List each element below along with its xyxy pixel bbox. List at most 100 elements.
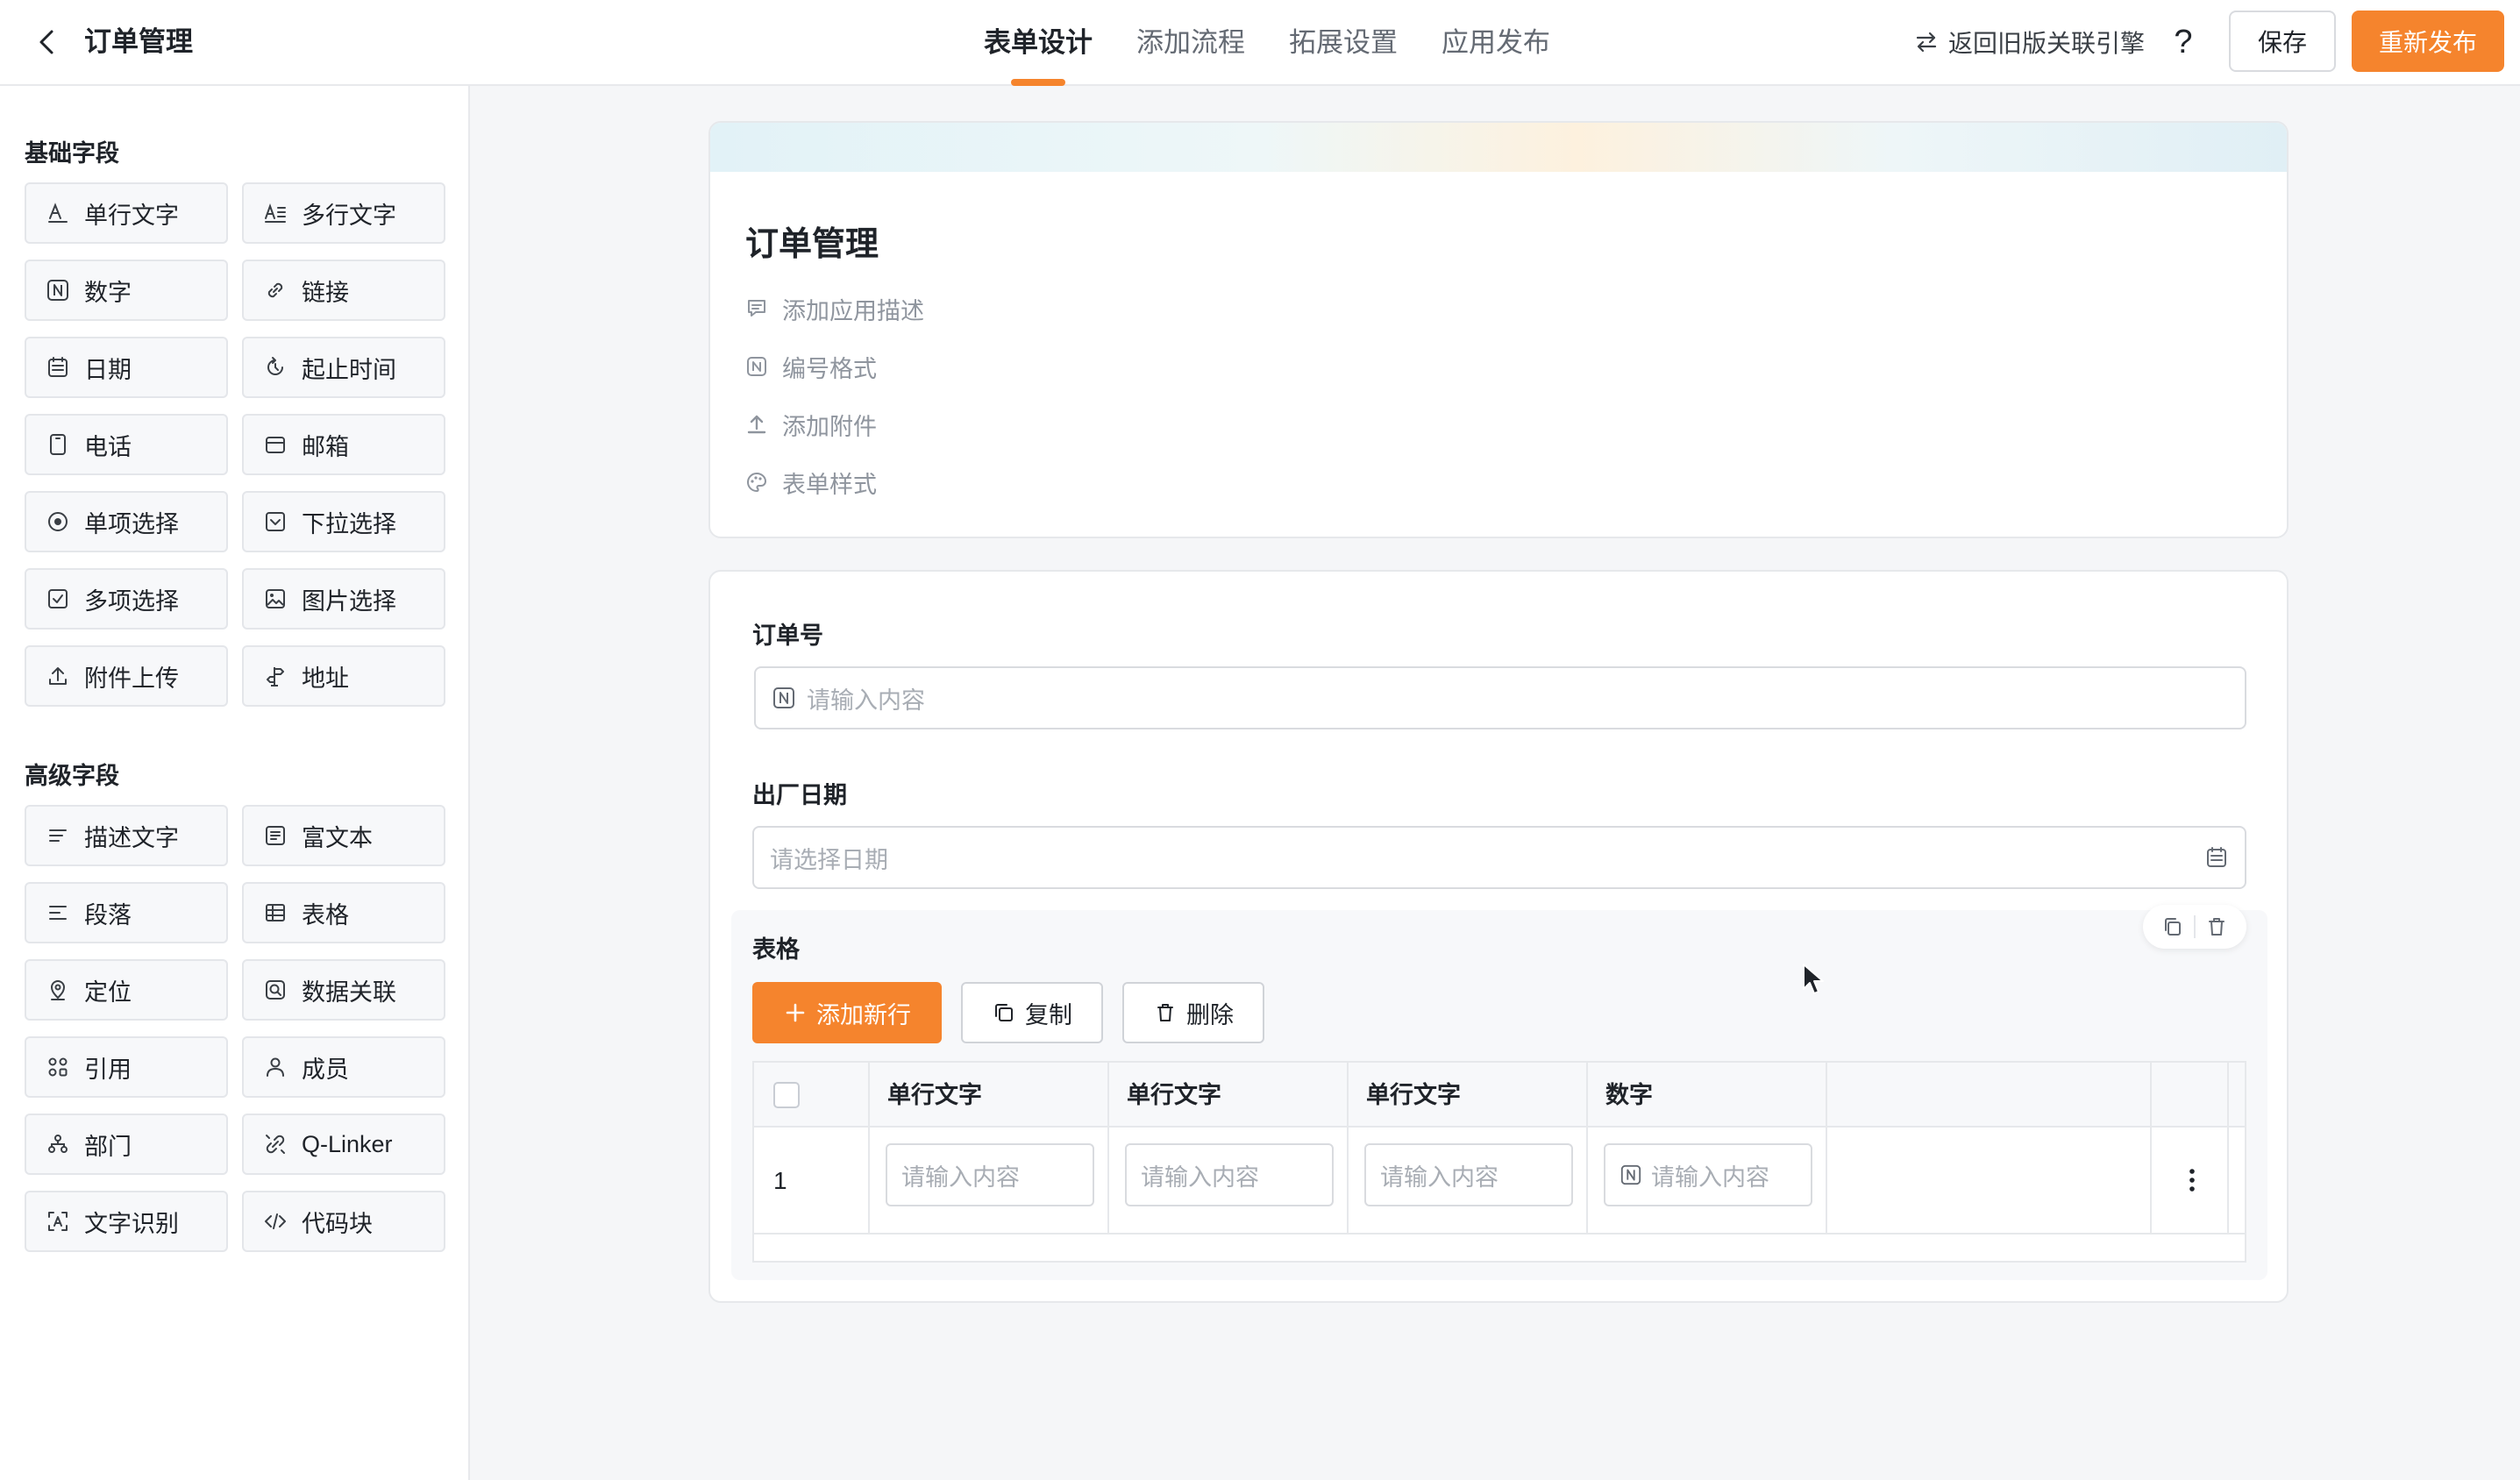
field-paragraph[interactable]: 段落	[25, 882, 228, 943]
rich-text-icon	[263, 823, 288, 848]
legacy-engine-link[interactable]: 返回旧版关联引擎	[1915, 25, 2145, 60]
table-field-label: 表格	[752, 936, 800, 963]
mouse-pointer-icon	[1803, 964, 1824, 994]
field-email[interactable]: 邮箱	[242, 414, 445, 475]
field-table[interactable]: 表格	[242, 882, 445, 943]
tab-label: 添加流程	[1136, 27, 1245, 58]
field-reference[interactable]: 引用	[25, 1036, 228, 1098]
palette-icon	[747, 472, 767, 493]
ship-date-label: 出厂日期	[752, 782, 847, 808]
order-no-label: 订单号	[752, 623, 823, 649]
back-arrow-icon[interactable]	[30, 25, 65, 60]
cell-placeholder: 请输入内容	[1380, 1163, 1498, 1191]
phone-icon	[46, 432, 70, 457]
trash-icon	[1157, 1004, 1173, 1021]
copy-rows-button[interactable]: 复制	[961, 982, 1103, 1043]
plus-icon	[786, 1003, 805, 1022]
delete-label: 删除	[1186, 1001, 1234, 1028]
ship-date-picker[interactable]: 请选择日期	[752, 826, 2246, 889]
add-app-description[interactable]: 添加应用描述	[745, 293, 924, 324]
department-icon	[46, 1132, 70, 1156]
field-data-association[interactable]: 数据关联	[242, 959, 445, 1021]
calendar-icon[interactable]	[2204, 845, 2229, 870]
field-member[interactable]: 成员	[242, 1036, 445, 1098]
order-no-placeholder: 请输入内容	[807, 687, 925, 714]
save-button[interactable]: 保存	[2229, 11, 2336, 72]
field-date[interactable]: 日期	[25, 337, 228, 398]
field-label: 表格	[302, 901, 349, 929]
form-header-card[interactable]: 订单管理 添加应用描述 编号格式 添加附件 表单样式	[708, 121, 2289, 538]
field-department[interactable]: 部门	[25, 1114, 228, 1175]
field-label: 文字识别	[84, 1210, 179, 1237]
field-label: 邮箱	[302, 433, 349, 460]
field-label: 多项选择	[84, 587, 179, 615]
field-label: 数字	[84, 279, 132, 306]
meta-label: 表单样式	[782, 471, 877, 498]
field-q-linker[interactable]: Q-Linker	[242, 1114, 445, 1175]
field-multi-choice[interactable]: 多项选择	[25, 568, 228, 630]
field-label: 数据关联	[302, 978, 396, 1006]
delete-rows-button[interactable]: 删除	[1122, 982, 1264, 1043]
signpost-icon	[263, 664, 288, 688]
field-dropdown[interactable]: 下拉选择	[242, 491, 445, 552]
delete-field-button[interactable]	[2196, 909, 2238, 944]
table-field-selected[interactable]: 表格 添加新行 复制 删除 单行文字 单行文字 单行文字 数字 1 请输入内容 …	[731, 905, 2267, 1280]
field-phone[interactable]: 电话	[25, 414, 228, 475]
app-title: 订单管理	[84, 26, 193, 57]
field-text-recognition[interactable]: 文字识别	[25, 1191, 228, 1252]
field-image-choice[interactable]: 图片选择	[242, 568, 445, 630]
cell-text-input[interactable]: 请输入内容	[1125, 1143, 1334, 1206]
tab-app-publish[interactable]: 应用发布	[1442, 0, 1550, 86]
main-tabs: 表单设计 添加流程 拓展设置 应用发布	[984, 0, 1550, 86]
code-icon	[263, 1209, 288, 1234]
field-palette: 基础字段 单行文字 多行文字 数字 链接 日期 起止时间 电话 邮箱 单项选择 …	[0, 86, 470, 1480]
field-link[interactable]: 链接	[242, 260, 445, 321]
field-location[interactable]: 定位	[25, 959, 228, 1021]
table-icon	[263, 900, 288, 925]
advanced-fields-grid: 描述文字 富文本 段落 表格 定位 数据关联 引用 成员 部门 Q-Linker…	[25, 805, 445, 1252]
select-all-checkbox[interactable]	[773, 1082, 800, 1108]
paragraph-icon	[46, 900, 70, 925]
republish-button[interactable]: 重新发布	[2352, 11, 2504, 72]
field-address[interactable]: 地址	[242, 645, 445, 707]
help-icon[interactable]: ?	[2166, 21, 2201, 63]
field-single-line-text[interactable]: 单行文字	[25, 182, 228, 244]
number-format[interactable]: 编号格式	[745, 351, 877, 382]
trash-icon	[2209, 918, 2225, 936]
field-number[interactable]: 数字	[25, 260, 228, 321]
legacy-link-label: 返回旧版关联引擎	[1948, 30, 2146, 57]
advanced-fields-title: 高级字段	[25, 763, 119, 789]
image-icon	[263, 587, 288, 611]
text-line-icon	[46, 201, 70, 225]
row-more-icon[interactable]	[2175, 1163, 2210, 1198]
add-row-button[interactable]: 添加新行	[752, 982, 942, 1043]
column-divider	[2150, 1063, 2152, 1235]
duplicate-field-button[interactable]	[2152, 909, 2194, 944]
cell-number-input[interactable]: 请输入内容	[1604, 1143, 1812, 1206]
tab-add-process[interactable]: 添加流程	[1136, 0, 1245, 86]
field-time-range[interactable]: 起止时间	[242, 337, 445, 398]
member-icon	[263, 1055, 288, 1079]
meta-label: 添加应用描述	[782, 297, 924, 324]
form-title[interactable]: 订单管理	[745, 223, 879, 267]
order-no-input[interactable]: 请输入内容	[754, 666, 2246, 729]
header-banner	[710, 123, 2287, 172]
field-rich-text[interactable]: 富文本	[242, 805, 445, 866]
tab-extension-settings[interactable]: 拓展设置	[1289, 0, 1398, 86]
field-code-block[interactable]: 代码块	[242, 1191, 445, 1252]
tab-form-design[interactable]: 表单设计	[984, 0, 1093, 86]
field-description-text[interactable]: 描述文字	[25, 805, 228, 866]
field-multi-line-text[interactable]: 多行文字	[242, 182, 445, 244]
field-label: 部门	[84, 1133, 132, 1160]
data-link-icon	[263, 978, 288, 1002]
add-attachment[interactable]: 添加附件	[745, 409, 877, 440]
form-style[interactable]: 表单样式	[745, 466, 877, 498]
cell-text-input[interactable]: 请输入内容	[886, 1143, 1094, 1206]
field-attachment-upload[interactable]: 附件上传	[25, 645, 228, 707]
meta-label: 编号格式	[782, 355, 877, 382]
upload-icon	[46, 664, 70, 688]
field-single-choice[interactable]: 单项选择	[25, 491, 228, 552]
cell-text-input[interactable]: 请输入内容	[1364, 1143, 1573, 1206]
column-divider	[1347, 1063, 1349, 1235]
tab-label: 应用发布	[1442, 27, 1550, 58]
